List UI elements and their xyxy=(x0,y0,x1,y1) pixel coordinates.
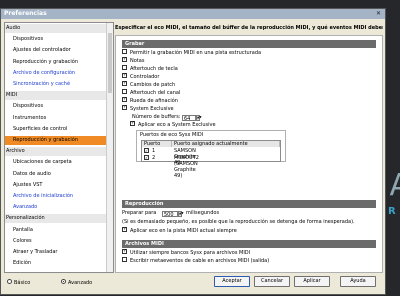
checkbox-row[interactable]: Aftertouch de tecla xyxy=(122,65,178,73)
checkbox[interactable] xyxy=(122,257,127,262)
checkbox-row[interactable]: Rueda de afinación xyxy=(122,97,178,105)
checkbox-row[interactable]: Notas xyxy=(122,57,144,65)
buffers-input[interactable]: 64 xyxy=(182,114,196,122)
checkbox-row[interactable]: Aftertouch del canal xyxy=(122,89,180,97)
row-checkbox[interactable]: ✓ xyxy=(144,155,149,161)
prepare-input[interactable]: 500 xyxy=(162,210,178,218)
checkbox-row[interactable]: Permitir la grabación MIDI en una pista … xyxy=(122,49,261,57)
tree-item[interactable]: Ubicaciones de carpeta xyxy=(5,158,113,167)
tree-category[interactable]: Personalización xyxy=(5,214,112,224)
radio-button[interactable] xyxy=(7,279,12,284)
section-grabar: Grabar xyxy=(122,40,376,48)
column-header-port[interactable]: Puerto xyxy=(142,141,172,147)
checkbox-row[interactable]: Escribir metaeventos de cable en archivo… xyxy=(122,257,269,265)
window-title: Preferencias xyxy=(4,10,47,17)
checkbox[interactable] xyxy=(122,89,127,94)
checkbox-row[interactable]: Controlador xyxy=(122,73,159,81)
prepare-label: Preparar para xyxy=(122,210,157,216)
checkbox[interactable] xyxy=(122,73,127,78)
checkbox[interactable] xyxy=(122,227,127,232)
checkbox-row[interactable]: Cambios de patch xyxy=(122,81,175,89)
title-bar[interactable]: Preferencias ✕ xyxy=(1,9,385,19)
tree-category[interactable]: MIDI xyxy=(5,91,112,101)
category-tree[interactable]: Edición Atraer y Trasladar Colores Pantalla… xyxy=(4,22,114,273)
checkbox[interactable] xyxy=(122,81,127,86)
buffers-spinner[interactable]: ▲▼ xyxy=(196,114,202,121)
cancel-button[interactable]: Cancelar xyxy=(254,276,290,287)
section-archivos-midi: Archivos MIDI xyxy=(122,240,376,248)
checkbox[interactable] xyxy=(122,57,127,62)
echo-ports-title: Puertos de eco Sysx MIDI xyxy=(140,132,204,138)
echo-ports-table: Puerto Puerto asignado actualmente ✓ 1 S… xyxy=(141,140,281,179)
prepare-spinner[interactable]: ▲▼ xyxy=(178,210,184,217)
tree-item[interactable]: Pantalla xyxy=(5,226,113,235)
mode-advanced-radio[interactable]: Avanzado xyxy=(61,279,92,287)
tree-scrollbar[interactable] xyxy=(106,23,113,272)
checkbox-row[interactable]: Aplicar eco en la pista MIDI actual siem… xyxy=(122,227,237,235)
tree-item[interactable]: Dispositivos xyxy=(5,35,113,44)
tree-item[interactable]: Ajustes del controlador xyxy=(5,46,113,55)
tree-item[interactable]: Superficies de control xyxy=(5,125,113,134)
page-description: Especificar el eco MIDI, el tamaño del b… xyxy=(115,25,383,31)
tree-category[interactable]: Audio xyxy=(5,24,112,33)
scrollbar-thumb[interactable] xyxy=(108,33,112,93)
checkbox[interactable] xyxy=(122,65,127,70)
radio-button[interactable] xyxy=(61,279,66,284)
tree-category[interactable]: Archivo xyxy=(5,147,112,157)
settings-panel: Grabar Permitir la grabación MIDI en una… xyxy=(115,35,383,273)
ok-button[interactable]: Aceptar xyxy=(214,276,250,287)
checkbox[interactable] xyxy=(122,97,127,102)
tree-item[interactable]: Reproducción y grabación xyxy=(5,58,113,67)
tree-item[interactable]: Archivo de configuración xyxy=(5,69,113,78)
mode-basic-radio[interactable]: Básico xyxy=(7,279,30,287)
prepare-note: (Si es demasiado pequeño, es posible que… xyxy=(122,219,355,225)
tree-item[interactable]: Reproducción y grabación xyxy=(5,136,113,145)
checkbox[interactable] xyxy=(122,49,127,54)
tree-item[interactable]: Atraer y Trasladar xyxy=(5,248,113,257)
tree-item[interactable]: Instrumentos xyxy=(5,114,113,123)
echo-ports-group: Puertos de eco Sysx MIDI Puerto Puerto a… xyxy=(136,130,286,179)
apply-button[interactable]: Aplicar xyxy=(294,276,330,287)
column-header-assigned[interactable]: Puerto asignado actualmente xyxy=(172,141,280,147)
tree-item[interactable]: Avanzado xyxy=(5,203,113,212)
background-brand-letter: R xyxy=(388,206,396,217)
tree-item[interactable]: Datos de audio xyxy=(5,170,113,179)
tree-item[interactable]: Archivo de inicialización xyxy=(5,192,113,201)
tree-item[interactable]: Colores xyxy=(5,237,113,246)
close-icon[interactable]: ✕ xyxy=(375,10,382,17)
preferences-window: Preferencias ✕ Edición Atraer y Trasladar… xyxy=(0,8,386,295)
tree-item[interactable]: Dispositivos xyxy=(5,102,113,111)
checkbox-row[interactable]: Aplicar eco a System Exclusive xyxy=(130,121,216,129)
checkbox[interactable] xyxy=(130,121,135,126)
checkbox-row[interactable]: Utilizar siempre bancos Sysx para archiv… xyxy=(122,249,250,257)
section-reproduccion: Reproducción xyxy=(122,200,376,208)
row-checkbox[interactable]: ✓ xyxy=(144,148,149,154)
tree-item[interactable]: Ajustes VST xyxy=(5,181,113,190)
help-button[interactable]: Ayuda xyxy=(340,276,376,287)
tree-item[interactable]: Sincronización y caché xyxy=(5,80,113,89)
tree-item[interactable]: Edición xyxy=(5,259,113,268)
buffers-label: Número de buffers: xyxy=(132,114,181,120)
checkbox[interactable] xyxy=(122,249,127,254)
checkbox-row[interactable]: System Exclusive xyxy=(122,105,174,113)
prepare-unit: milisegundos xyxy=(186,210,220,216)
checkbox[interactable] xyxy=(122,105,127,110)
